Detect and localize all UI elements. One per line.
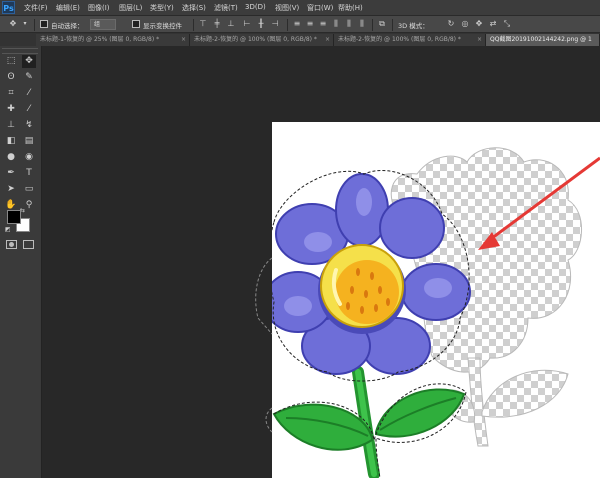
distribute-top-icon[interactable]: ≡ (292, 19, 302, 29)
close-icon[interactable]: × (325, 34, 330, 46)
tab-label: QQ截图20191002144242.png @ 1 (490, 36, 592, 43)
close-icon[interactable]: × (181, 34, 186, 46)
blur-icon[interactable]: ● (4, 151, 18, 164)
menu-image[interactable]: 图像(I) (88, 3, 110, 13)
menu-view[interactable]: 视图(V) (275, 3, 299, 13)
tab-label: 未标题-1-恢复的 @ 25% (图层 0, RGB/8) * (40, 36, 160, 43)
separator (34, 19, 35, 31)
align-bottom-icon[interactable]: ⊥ (226, 19, 236, 29)
quick-select-icon[interactable]: ✎ (22, 71, 36, 84)
pen-icon[interactable]: ✒ (4, 167, 18, 180)
canvas-workspace[interactable] (42, 46, 600, 478)
auto-select-checkbox[interactable] (40, 20, 48, 28)
brush-icon[interactable]: ⁄ (22, 103, 36, 116)
separator (193, 19, 194, 31)
tab-label: 未标题-2-恢复的 @ 100% (图层 0, RGB/8) * (338, 36, 461, 43)
auto-select-label: 自动选择： (51, 22, 84, 30)
stamp-icon[interactable]: ⊥ (4, 119, 18, 132)
3d-pan-icon[interactable]: ✥ (474, 19, 484, 29)
quick-mask-icon[interactable] (6, 240, 17, 249)
move-icon[interactable]: ✥ (22, 55, 36, 68)
distribute-left-icon[interactable]: ⫼ (331, 19, 341, 29)
menu-filter[interactable]: 滤镜(T) (214, 3, 238, 13)
tab-label: 未标题-2-恢复的 @ 100% (图层 0, RGB/8) * (194, 36, 317, 43)
menu-type[interactable]: 类型(Y) (150, 3, 174, 13)
3d-roll-icon[interactable]: ◎ (460, 19, 470, 29)
auto-select-dropdown[interactable]: 组 (90, 19, 116, 30)
show-transform-label: 显示变换控件 (143, 22, 182, 30)
move-tool-preset-icon[interactable]: ✥ (8, 19, 18, 29)
screen-mode-icon[interactable] (23, 240, 34, 249)
distribute-right-icon[interactable]: ⫼ (357, 19, 367, 29)
separator (372, 19, 373, 31)
gradient-icon[interactable]: ▤ (22, 135, 36, 148)
separator (287, 19, 288, 31)
dodge-icon[interactable]: ◉ (22, 151, 36, 164)
close-icon[interactable]: × (477, 34, 482, 46)
marquee-icon[interactable]: ⬚ (4, 55, 18, 68)
tools-panel: ⬚ ✥ ʘ ✎ ⌗ ⁄ ✚ ⁄ ⊥ ↯ ◧ ▤ ● ◉ ✒ T ➤ ▭ ✋ ⚲ … (0, 46, 42, 478)
lasso-icon[interactable]: ʘ (4, 71, 18, 84)
show-transform-checkbox[interactable] (132, 20, 140, 28)
history-brush-icon[interactable]: ↯ (22, 119, 36, 132)
3d-mode-label: 3D 模式： (398, 22, 429, 30)
panel-grip[interactable] (2, 48, 38, 54)
default-colors-icon[interactable]: ◩ (5, 226, 12, 233)
menu-3d[interactable]: 3D(D) (245, 3, 266, 11)
align-hcenter-icon[interactable]: ╫ (256, 19, 266, 29)
align-left-icon[interactable]: ⊢ (242, 19, 252, 29)
align-right-icon[interactable]: ⊣ (270, 19, 280, 29)
crop-icon[interactable]: ⌗ (4, 87, 18, 100)
distribute-vcenter-icon[interactable]: ≡ (305, 19, 315, 29)
menu-file[interactable]: 文件(F) (24, 3, 48, 13)
3d-scale-icon[interactable]: ⤡ (502, 19, 512, 29)
separator (392, 19, 393, 31)
document-tab[interactable]: 未标题-2-恢复的 @ 100% (图层 0, RGB/8) * × (190, 34, 334, 46)
artwork-layer (272, 147, 600, 478)
swap-colors-icon[interactable]: ⇆ (20, 208, 28, 214)
options-bar: ✥ ▾ 自动选择： 组 显示变换控件 ⊤ ╪ ⊥ ⊢ ╫ ⊣ ≡ ≡ ≡ ⫼ ⫼… (0, 15, 600, 33)
menu-layer[interactable]: 图层(L) (119, 3, 142, 13)
shape-icon[interactable]: ▭ (22, 183, 36, 196)
type-icon[interactable]: T (22, 167, 36, 180)
selection-outside-canvas (265, 407, 273, 433)
distribute-hcenter-icon[interactable]: ⫼ (344, 19, 354, 29)
healing-icon[interactable]: ✚ (4, 103, 18, 116)
3d-rotate-icon[interactable]: ↻ (446, 19, 456, 29)
document-tab[interactable]: 未标题-1-恢复的 @ 25% (图层 0, RGB/8) * × (36, 34, 190, 46)
menu-edit[interactable]: 编辑(E) (56, 3, 80, 13)
photoshop-logo: Ps (2, 1, 15, 14)
menu-select[interactable]: 选择(S) (182, 3, 206, 13)
eraser-icon[interactable]: ◧ (4, 135, 18, 148)
menu-help[interactable]: 帮助(H) (338, 3, 363, 13)
document-tab-bar: 未标题-1-恢复的 @ 25% (图层 0, RGB/8) * × 未标题-2-… (0, 33, 600, 46)
menu-bar: Ps 文件(F) 编辑(E) 图像(I) 图层(L) 类型(Y) 选择(S) 滤… (0, 0, 600, 15)
distribute-bottom-icon[interactable]: ≡ (318, 19, 328, 29)
align-top-icon[interactable]: ⊤ (198, 19, 208, 29)
document-canvas[interactable] (272, 122, 600, 478)
menu-window[interactable]: 窗口(W) (307, 3, 333, 13)
chevron-down-icon[interactable]: ▾ (20, 19, 30, 29)
path-select-icon[interactable]: ➤ (4, 183, 18, 196)
eyedropper-icon[interactable]: ⁄ (22, 87, 36, 100)
selection-outside-canvas (255, 257, 273, 335)
foreground-color-swatch[interactable] (7, 210, 21, 224)
document-tab-active[interactable]: QQ截图20191002144242.png @ 1 (486, 34, 600, 46)
align-vcenter-icon[interactable]: ╪ (212, 19, 222, 29)
3d-slide-icon[interactable]: ⇄ (488, 19, 498, 29)
document-tab[interactable]: 未标题-2-恢复的 @ 100% (图层 0, RGB/8) * × (334, 34, 486, 46)
auto-align-icon[interactable]: ⧉ (377, 19, 387, 29)
